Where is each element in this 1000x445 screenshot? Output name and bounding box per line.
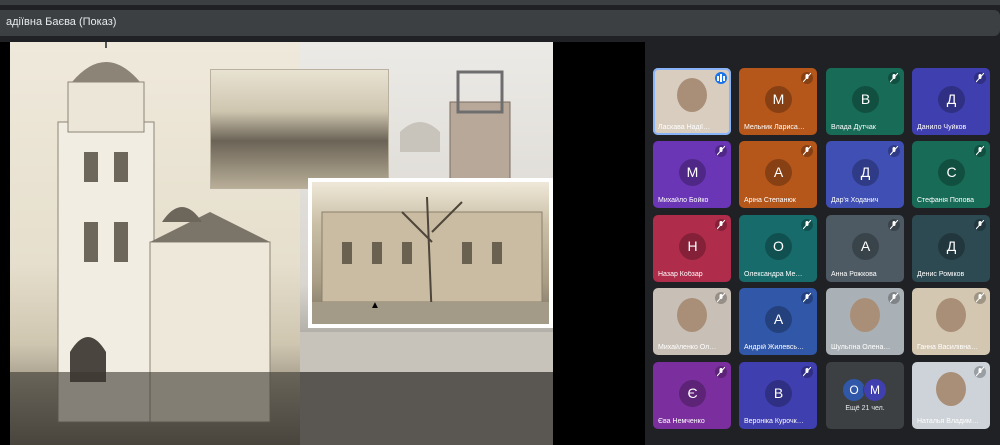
participant-tile[interactable]: О Олександра Ме… [739, 215, 817, 282]
participant-avatar: А [852, 233, 879, 260]
participant-tile[interactable]: М Мельник Лариса… [739, 68, 817, 135]
participant-tile[interactable]: Д Дар'я Ходанич [826, 141, 904, 208]
participant-name: Шульгіна Олена… [831, 344, 891, 351]
panorama-photo [210, 69, 389, 189]
mic-muted-icon [801, 366, 813, 378]
participant-avatar: С [938, 159, 965, 186]
participant-tile[interactable]: Михайленко Ол… [653, 288, 731, 355]
mic-muted-icon [801, 72, 813, 84]
participant-tile[interactable]: С Стефанія Попова [912, 141, 990, 208]
participant-name: Ганна Василівна… [917, 344, 978, 351]
mic-muted-icon [974, 72, 986, 84]
participant-avatar: Д [938, 86, 965, 113]
participant-name: Аріна Степанюк [744, 197, 796, 204]
participant-tile[interactable]: А Андрій Жилевсь… [739, 288, 817, 355]
mic-muted-icon [715, 219, 727, 231]
participant-tile[interactable]: Ганна Василівна… [912, 288, 990, 355]
participant-name: Назар Кобзар [658, 271, 703, 278]
more-participant-avatar: М [863, 378, 887, 402]
participant-tile[interactable]: В Влада Дутчак [826, 68, 904, 135]
participant-tile[interactable]: Д Данило Чуйков [912, 68, 990, 135]
participant-avatar: М [765, 86, 792, 113]
presenter-title-bar[interactable]: адіївна Баєва (Показ) [0, 10, 1000, 36]
participant-name: Дар'я Ходанич [831, 197, 879, 204]
participant-avatar: Д [938, 233, 965, 260]
participant-tile[interactable]: Д Денис Роміков [912, 215, 990, 282]
participant-avatar: О [765, 233, 792, 260]
mic-muted-icon [801, 292, 813, 304]
participant-name: Ласкава Надії… [658, 124, 711, 131]
participant-name: Данило Чуйков [917, 124, 967, 131]
participant-tile[interactable]: Ласкава Надії… [653, 68, 731, 135]
more-participants-tile[interactable]: О М Ещё 21 чел. [826, 362, 904, 429]
participant-avatar: В [765, 380, 792, 407]
participant-name: Мельник Лариса… [744, 124, 805, 131]
presenter-title: адіївна Баєва (Показ) [6, 16, 117, 28]
participant-tile[interactable]: Н Назар Кобзар [653, 215, 731, 282]
participant-name: Вероніка Курочк… [744, 418, 804, 425]
mic-muted-icon [974, 145, 986, 157]
participant-name: Стефанія Попова [917, 197, 975, 204]
mic-muted-icon [888, 219, 900, 231]
participant-tile[interactable]: В Вероніка Курочк… [739, 362, 817, 429]
participant-avatar: М [679, 159, 706, 186]
mic-muted-icon [974, 292, 986, 304]
participant-avatar: Д [852, 159, 879, 186]
mic-muted-icon [888, 292, 900, 304]
participant-name: Андрій Жилевсь… [744, 344, 805, 351]
participant-name: Влада Дутчак [831, 124, 876, 131]
participant-name: Михайленко Ол… [658, 344, 717, 351]
participant-video [936, 298, 966, 332]
participant-video [677, 78, 707, 112]
participant-avatar: А [765, 306, 792, 333]
more-participants-label: Ещё 21 чел. [845, 405, 885, 412]
participant-name: Наталья Владим… [917, 418, 979, 425]
building-photo [308, 178, 553, 328]
participant-avatar: В [852, 86, 879, 113]
participant-avatar: А [765, 159, 792, 186]
mic-muted-icon [974, 219, 986, 231]
participant-tile[interactable]: М Михайло Бойко [653, 141, 731, 208]
participant-tile[interactable]: Наталья Владим… [912, 362, 990, 429]
participant-name: Олександра Ме… [744, 271, 803, 278]
participant-video [677, 298, 707, 332]
mic-muted-icon [974, 366, 986, 378]
mic-muted-icon [888, 72, 900, 84]
mic-muted-icon [801, 219, 813, 231]
mic-muted-icon [801, 145, 813, 157]
mic-muted-icon [888, 145, 900, 157]
participant-avatar: Є [679, 380, 706, 407]
mic-muted-icon [715, 366, 727, 378]
speaking-indicator-icon [715, 72, 727, 84]
screen-share-stage[interactable]: ▲ [0, 42, 645, 445]
participant-tile[interactable]: А Анна Рожкова [826, 215, 904, 282]
mic-muted-icon [715, 292, 727, 304]
top-strip [0, 0, 1000, 5]
shared-slide: ▲ [10, 42, 553, 445]
participant-avatar: Н [679, 233, 706, 260]
mouse-cursor-icon: ▲ [370, 300, 380, 311]
mic-muted-icon [715, 145, 727, 157]
participant-name: Єва Немченко [658, 418, 705, 425]
participant-name: Анна Рожкова [831, 271, 877, 278]
participant-video [936, 372, 966, 406]
participant-name: Михайло Бойко [658, 197, 709, 204]
participant-tile[interactable]: Шульгіна Олена… [826, 288, 904, 355]
participant-tile[interactable]: Є Єва Немченко [653, 362, 731, 429]
participant-tile[interactable]: А Аріна Степанюк [739, 141, 817, 208]
participant-video [850, 298, 880, 332]
participant-name: Денис Роміков [917, 271, 965, 278]
